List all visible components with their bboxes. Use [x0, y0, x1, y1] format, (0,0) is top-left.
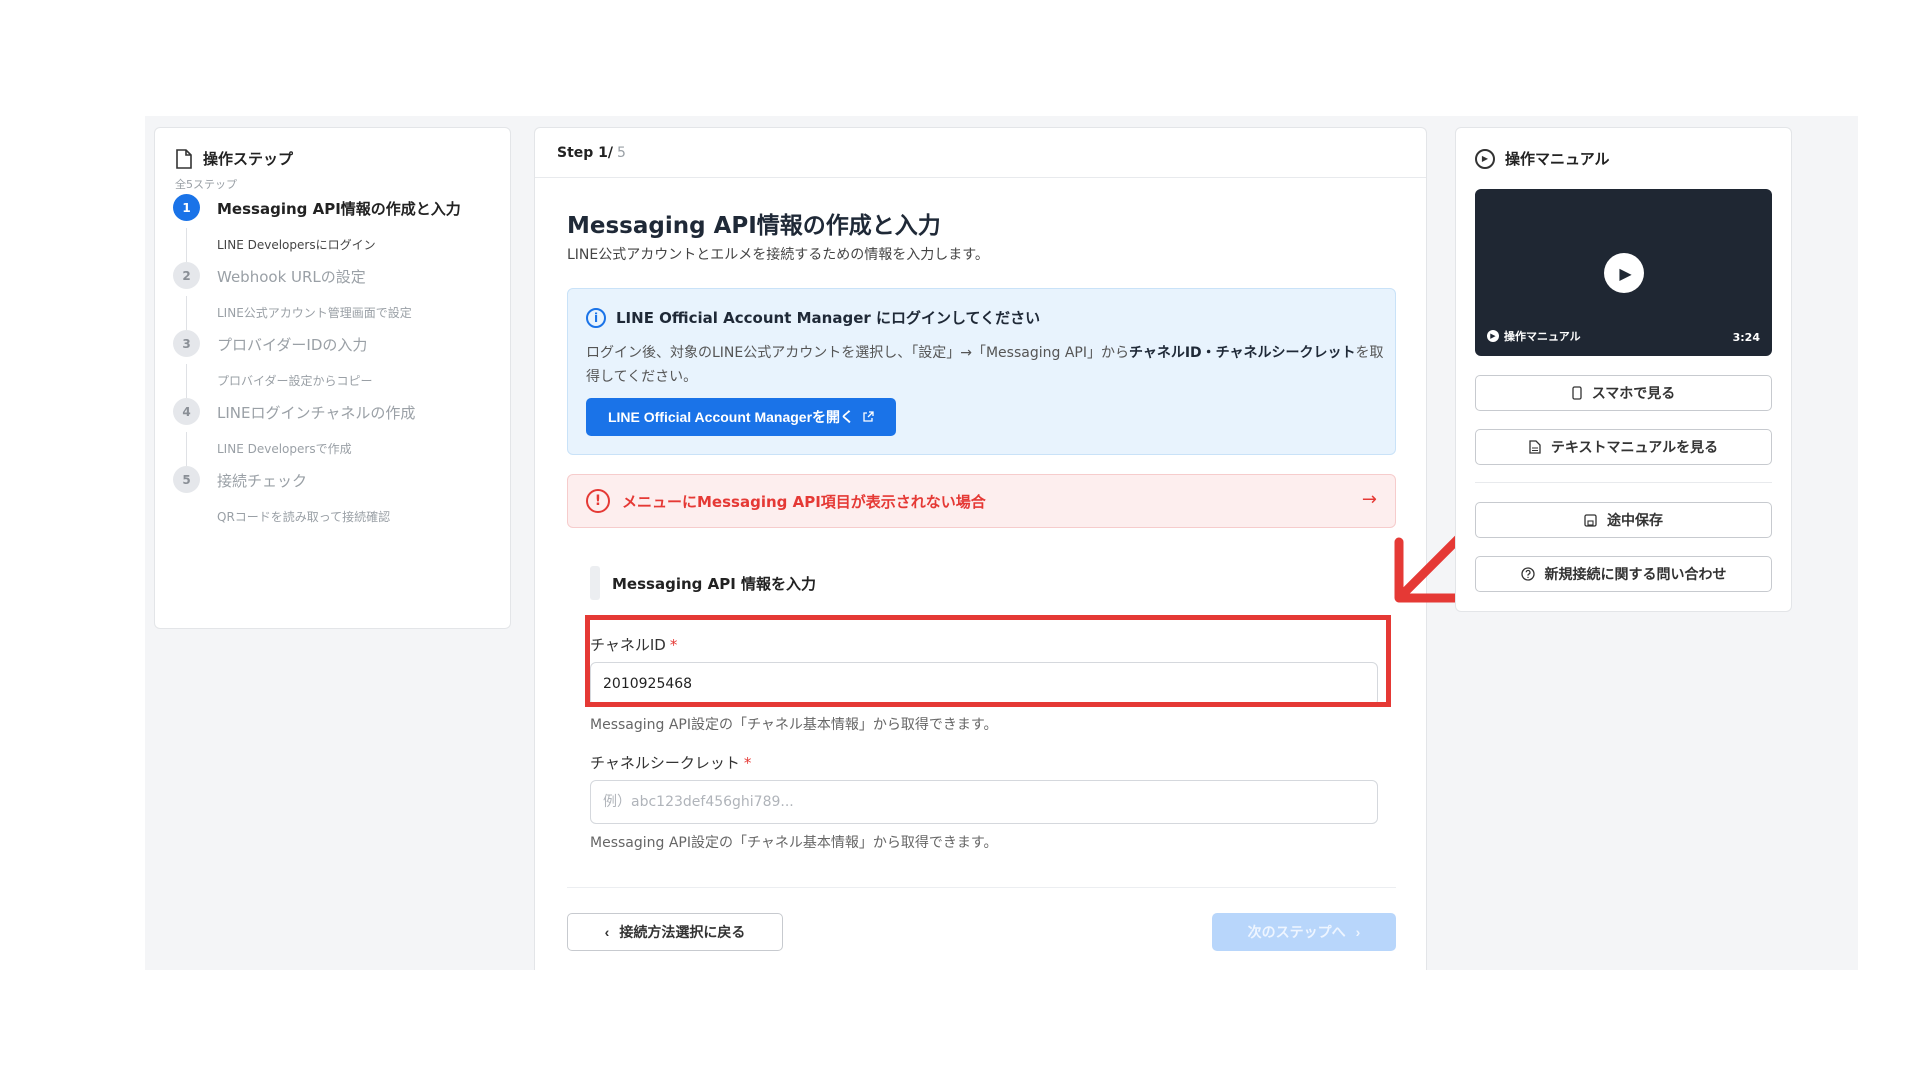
smartphone-icon: [1572, 386, 1582, 400]
steps-header: 操作ステップ: [175, 148, 293, 169]
step-description: LINE Developersにログイン: [217, 238, 376, 252]
file-text-icon: [1529, 440, 1541, 454]
play-icon[interactable]: ▶: [1604, 253, 1644, 293]
section-marker: [590, 566, 600, 600]
step-number: 5: [173, 466, 200, 493]
step-description: LINE Developersで作成: [217, 442, 352, 456]
step-number: 3: [173, 330, 200, 357]
main-panel: Step 1/ 5 Messaging API情報の作成と入力 LINE公式アカ…: [534, 127, 1427, 970]
manual-title: 操作マニュアル: [1505, 150, 1610, 168]
channel-secret-input[interactable]: [590, 780, 1378, 824]
step-number: 1: [173, 194, 200, 221]
video-label: ▶ 操作マニュアル: [1487, 328, 1581, 344]
step-title: プロバイダーIDの入力: [217, 336, 368, 354]
arrow-right-icon: →: [1361, 489, 1377, 510]
menu-missing-warning[interactable]: ! メニューにMessaging API項目が表示されない場合 →: [567, 474, 1396, 528]
help-circle-icon: [1520, 567, 1535, 581]
step-title: Webhook URLの設定: [217, 268, 366, 286]
view-on-phone-button[interactable]: スマホで見る: [1475, 375, 1772, 411]
save-progress-button[interactable]: 途中保存: [1475, 502, 1772, 538]
step-progress-bar: Step 1/ 5: [535, 128, 1426, 178]
open-account-manager-label: LINE Official Account Managerを開く: [607, 409, 855, 425]
highlight-box: [585, 615, 1391, 707]
back-button-label: 接続方法選択に戻る: [619, 924, 746, 940]
channel-secret-help: Messaging API設定の「チャネル基本情報」から取得できます。: [590, 835, 998, 851]
view-on-phone-label: スマホで見る: [1591, 385, 1676, 401]
info-header: i LINE Official Account Manager にログインしてく…: [586, 307, 1040, 328]
step-title: LINEログインチャネルの作成: [217, 404, 416, 422]
section-header: Messaging API 情報を入力: [590, 566, 816, 600]
contact-button[interactable]: 新規接続に関する問い合わせ: [1475, 556, 1772, 592]
text-manual-label: テキストマニュアルを見る: [1550, 439, 1719, 455]
required-mark: *: [743, 754, 752, 772]
manual-video[interactable]: ▶ ▶ 操作マニュアル 3:24: [1475, 189, 1772, 356]
video-label-text: 操作マニュアル: [1504, 330, 1581, 343]
next-step-label: 次のステップへ: [1247, 924, 1346, 940]
step-number: 4: [173, 398, 200, 425]
alert-icon: !: [586, 489, 610, 513]
section-title: Messaging API 情報を入力: [612, 574, 817, 593]
info-body: ログイン後、対象のLINE公式アカウントを選択し、「設定」→「Messaging…: [586, 341, 1386, 389]
step-description: LINE公式アカウント管理画面で設定: [217, 306, 412, 320]
step-description: プロバイダー設定からコピー: [217, 374, 373, 388]
channel-id-help: Messaging API設定の「チャネル基本情報」から取得できます。: [590, 717, 998, 733]
manual-panel: ▶ 操作マニュアル ▶ ▶ 操作マニュアル 3:24 スマホで見る テキストマニ…: [1455, 127, 1792, 612]
step-title: 接続チェック: [217, 472, 308, 490]
external-link-icon: [863, 411, 874, 422]
chevron-left-icon: ‹: [604, 924, 610, 940]
manual-divider: [1475, 482, 1772, 483]
info-box: i LINE Official Account Manager にログインしてく…: [567, 288, 1396, 455]
manual-header: ▶ 操作マニュアル: [1475, 148, 1610, 169]
footer-divider: [567, 887, 1396, 888]
step-number: 2: [173, 262, 200, 289]
contact-label: 新規接続に関する問い合わせ: [1544, 566, 1727, 582]
step-description: QRコードを読み取って接続確認: [217, 510, 391, 524]
info-title: LINE Official Account Manager にログインしてくださ…: [616, 309, 1041, 327]
step-progress-label: Step 1/: [557, 144, 614, 161]
info-body-prefix: ログイン後、対象のLINE公式アカウントを選択し、「設定」→「Messaging…: [586, 345, 1129, 361]
save-progress-label: 途中保存: [1607, 512, 1663, 528]
info-icon: i: [586, 307, 606, 328]
play-circle-icon: ▶: [1475, 148, 1495, 169]
next-step-button[interactable]: 次のステップへ ›: [1212, 913, 1396, 951]
video-duration: 3:24: [1732, 331, 1760, 344]
steps-subtitle: 全5ステップ: [175, 178, 237, 191]
text-manual-button[interactable]: テキストマニュアルを見る: [1475, 429, 1772, 465]
step-progress-total: 5: [617, 144, 626, 161]
document-icon: [176, 148, 192, 169]
back-button[interactable]: ‹ 接続方法選択に戻る: [567, 913, 783, 951]
play-dot-icon: ▶: [1487, 330, 1499, 342]
channel-secret-label: チャネルシークレット *: [590, 752, 751, 773]
chevron-right-icon: ›: [1355, 924, 1361, 940]
channel-secret-label-text: チャネルシークレット: [590, 754, 740, 772]
save-icon: [1584, 513, 1597, 527]
step-title: Messaging API情報の作成と入力: [217, 200, 461, 218]
page-title: Messaging API情報の作成と入力: [567, 213, 941, 239]
steps-title: 操作ステップ: [203, 150, 294, 168]
steps-panel: 操作ステップ 全5ステップ 1 Messaging API情報の作成と入力 LI…: [154, 127, 511, 629]
info-body-bold: チャネルID・チャネルシークレット: [1128, 345, 1356, 361]
open-account-manager-button[interactable]: LINE Official Account Managerを開く: [586, 398, 896, 436]
page-lead: LINE公式アカウントとエルメを接続するための情報を入力します。: [567, 247, 989, 263]
warning-text: メニューにMessaging API項目が表示されない場合: [622, 492, 986, 511]
